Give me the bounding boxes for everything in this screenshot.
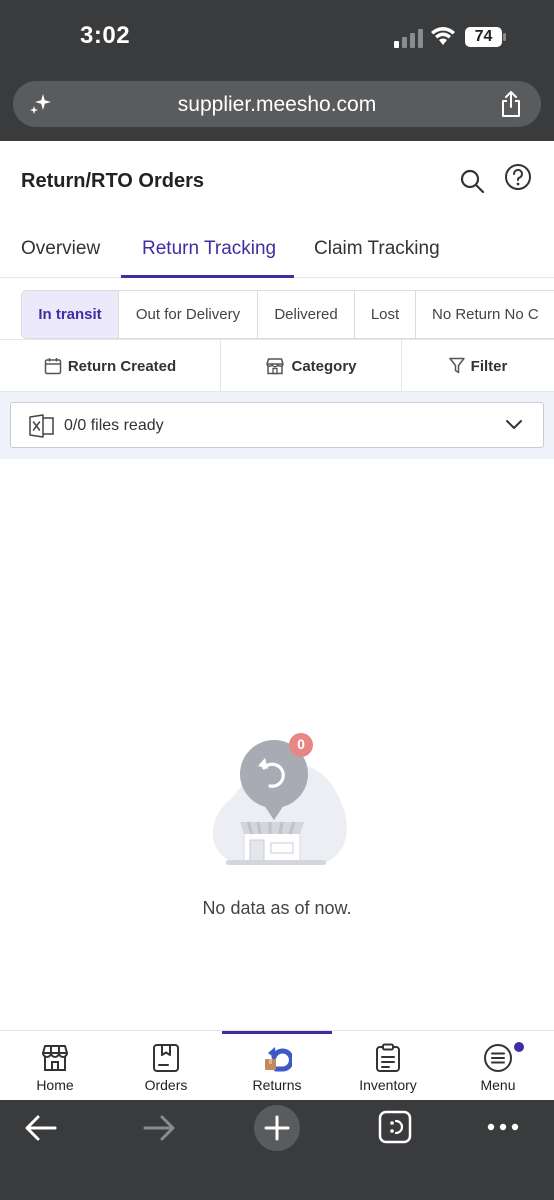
filter-icon <box>448 357 465 374</box>
status-bar: 3:02 74 <box>0 0 554 76</box>
url-bar[interactable]: supplier.meesho.com <box>13 81 541 127</box>
status-time: 3:02 <box>80 22 131 49</box>
nav-menu-label: Menu <box>480 1077 516 1093</box>
status-chip-group: In transit Out for Delivery Delivered Lo… <box>21 290 554 339</box>
tab-claim-tracking[interactable]: Claim Tracking <box>314 238 440 260</box>
return-created-filter[interactable]: Return Created <box>0 340 220 392</box>
chip-out-for-delivery[interactable]: Out for Delivery <box>119 291 258 338</box>
notification-badge-count: 0 <box>297 736 305 752</box>
files-ready-text: 0/0 files ready <box>64 417 164 434</box>
nav-menu[interactable]: Menu <box>443 1031 553 1101</box>
chip-no-return[interactable]: No Return No C <box>416 291 554 338</box>
excel-file-icon <box>29 414 54 438</box>
nav-orders[interactable]: Orders <box>111 1031 221 1101</box>
nav-home[interactable]: Home <box>0 1031 110 1101</box>
return-created-label: Return Created <box>67 357 177 375</box>
empty-state-message: No data as of now. <box>202 898 352 918</box>
chevron-down-icon[interactable] <box>505 418 523 432</box>
battery-level: 74 <box>474 28 493 45</box>
returns-icon <box>265 1047 292 1072</box>
nav-returns[interactable]: Returns <box>222 1031 332 1101</box>
page-title: Return/RTO Orders <box>21 170 204 192</box>
clipboard-icon <box>376 1043 400 1072</box>
battery-indicator: 74 <box>464 26 508 48</box>
nav-inventory-label: Inventory <box>359 1077 417 1093</box>
new-tab-plus-icon[interactable] <box>253 1104 301 1152</box>
nav-returns-label: Returns <box>252 1077 302 1093</box>
empty-returns-illustration <box>212 733 347 865</box>
files-ready-dropdown[interactable]: 0/0 files ready <box>10 402 544 448</box>
orders-icon <box>153 1044 179 1072</box>
nav-home-label: Home <box>36 1077 74 1093</box>
filter-label: Filter <box>470 357 508 375</box>
chip-delivered[interactable]: Delivered <box>258 291 355 338</box>
tabs-switcher-icon[interactable] <box>378 1110 412 1144</box>
browser-toolbar <box>0 1100 554 1200</box>
menu-notification-dot <box>514 1042 524 1052</box>
bottom-nav: Home Orders Returns Inventory Menu <box>0 1030 554 1100</box>
tab-overview[interactable]: Overview <box>21 238 100 260</box>
url-text[interactable]: supplier.meesho.com <box>13 93 541 117</box>
storefront-icon <box>42 1045 68 1071</box>
back-arrow-icon[interactable] <box>24 1114 58 1142</box>
browser-url-area: supplier.meesho.com <box>0 76 554 141</box>
cellular-signal-icon <box>394 29 423 48</box>
chip-in-transit[interactable]: In transit <box>22 291 119 338</box>
main-tabs: Overview Return Tracking Claim Tracking <box>0 220 554 278</box>
tab-return-tracking[interactable]: Return Tracking <box>142 238 276 260</box>
files-ready-band: 0/0 files ready <box>0 392 554 459</box>
wifi-icon <box>431 27 455 45</box>
nav-orders-label: Orders <box>144 1077 188 1093</box>
menu-icon <box>484 1044 512 1072</box>
category-label: Category <box>291 357 357 375</box>
active-tab-indicator <box>121 275 294 278</box>
help-icon[interactable] <box>504 163 532 191</box>
chip-lost[interactable]: Lost <box>355 291 416 338</box>
forward-arrow-icon[interactable] <box>142 1114 176 1142</box>
search-icon[interactable] <box>459 168 485 194</box>
more-options-icon[interactable] <box>486 1122 520 1132</box>
category-filter[interactable]: Category <box>221 340 401 392</box>
calendar-icon <box>44 358 62 375</box>
nav-inventory[interactable]: Inventory <box>333 1031 443 1101</box>
store-icon <box>266 358 285 375</box>
filter-row: Return Created Category Filter <box>0 339 554 392</box>
filter-button[interactable]: Filter <box>402 340 554 392</box>
share-icon[interactable] <box>499 90 523 118</box>
